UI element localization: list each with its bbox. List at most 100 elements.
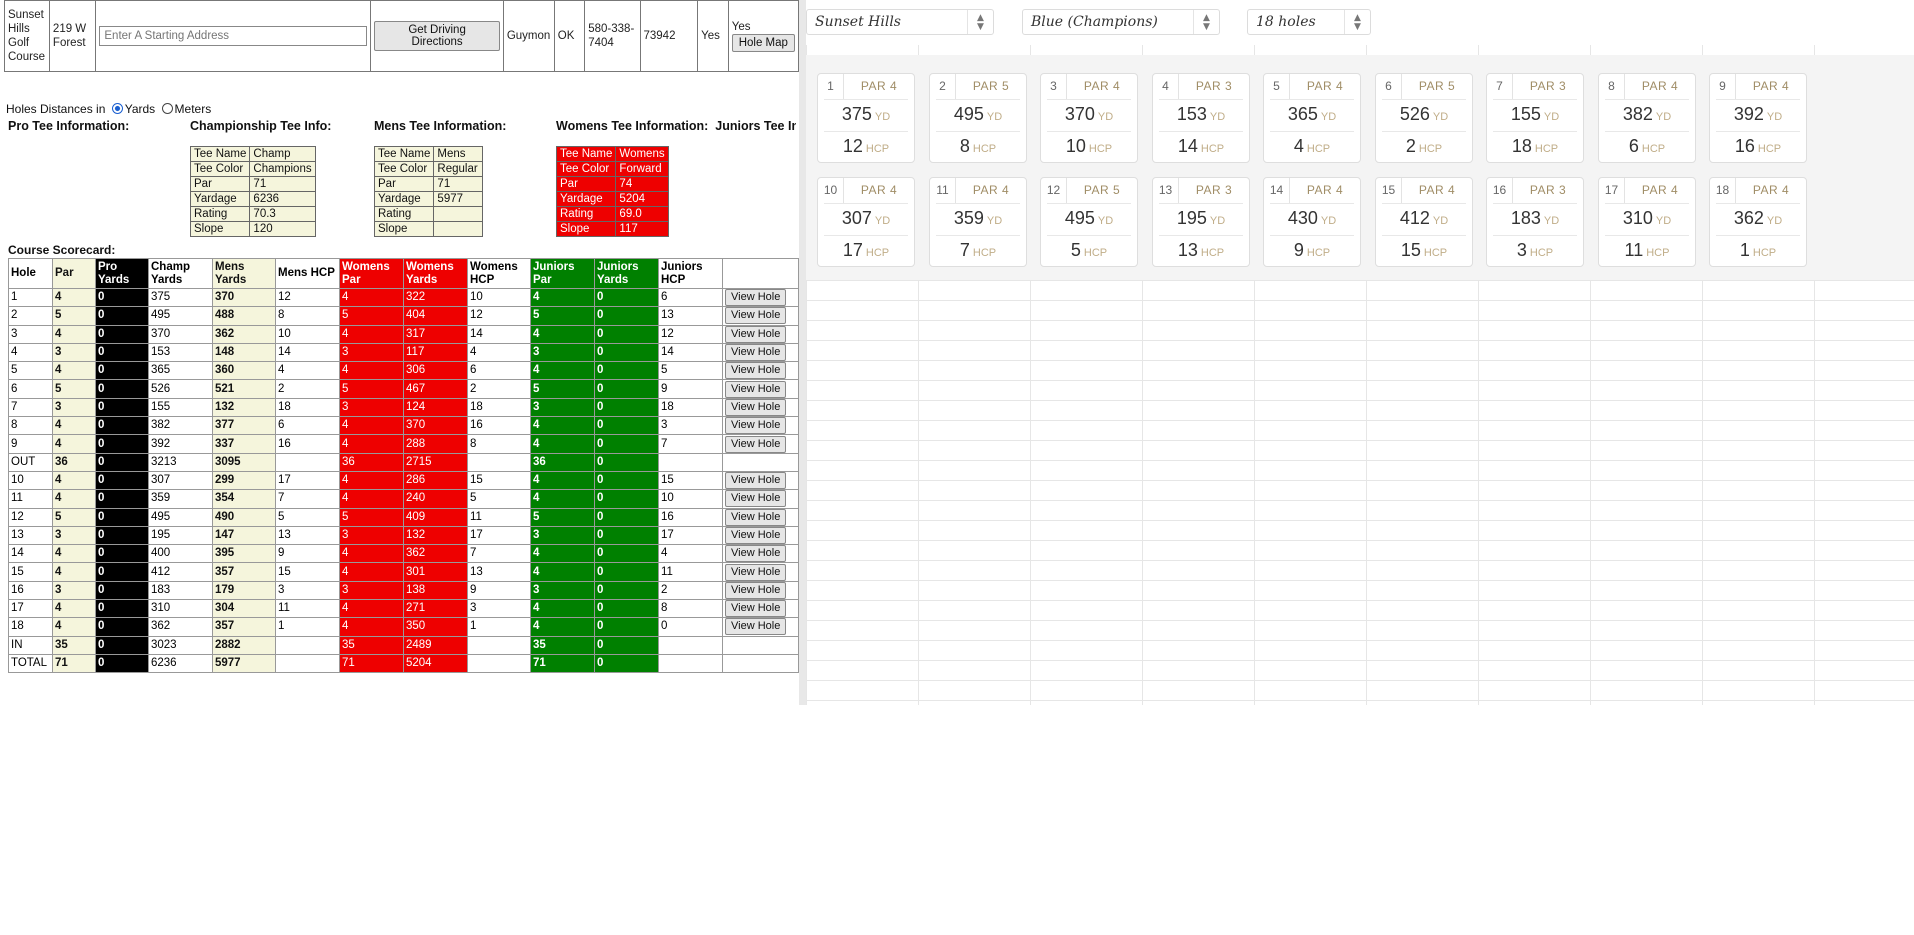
cell-mens-yards: 354 — [212, 489, 276, 509]
cell-hole: 2 — [8, 306, 53, 326]
cell-mens-hcp: 2 — [275, 379, 340, 399]
hole-card[interactable]: 1 PAR 4 375 YD 12 HCP — [817, 73, 915, 163]
par-prefix: PAR — [1083, 183, 1110, 197]
view-hole-button[interactable]: View Hole — [725, 618, 787, 636]
hole-yardage: 382 YD — [1599, 104, 1695, 125]
cell-par: 71 — [52, 653, 96, 674]
divider — [1270, 99, 1354, 100]
tee-label: Rating — [189, 206, 251, 222]
table-row: 12 5 0 495 490 5 5 409 11 5 0 16 View Hole — [8, 507, 799, 527]
yardage-unit: YD — [874, 215, 891, 227]
yardage-value: 155 — [1510, 104, 1541, 124]
hole-card[interactable]: 10 PAR 4 307 YD 17 HCP — [817, 177, 915, 267]
hole-card[interactable]: 17 PAR 4 310 YD 11 HCP — [1598, 177, 1696, 267]
cell-pro-yards: 0 — [95, 416, 149, 436]
cell-pro-yards: 0 — [95, 489, 149, 509]
cell-juniors-par: 4 — [530, 361, 595, 381]
cell-womens-par: 36 — [339, 452, 404, 472]
yardage-value: 526 — [1399, 104, 1430, 124]
table-row: 1 4 0 375 370 12 4 322 10 4 0 6 View Hole — [8, 287, 799, 308]
view-hole-button[interactable]: View Hole — [725, 344, 787, 362]
handicap-value: 7 — [959, 240, 970, 260]
hole-handicap: 2 HCP — [1376, 136, 1472, 157]
cell-hole: 11 — [8, 489, 53, 509]
divider — [1047, 203, 1131, 204]
handicap-unit: HCP — [1088, 143, 1113, 155]
tee-label: Par — [373, 176, 435, 192]
view-hole-button[interactable]: View Hole — [725, 398, 787, 416]
holes-select-value: 18 holes — [1256, 14, 1316, 30]
holes-select[interactable]: 18 holes ▲ ▼ — [1247, 9, 1371, 35]
hole-card[interactable]: 15 PAR 4 412 YD 15 HCP — [1375, 177, 1473, 267]
par-value: 5 — [1001, 79, 1010, 93]
view-hole-button[interactable]: View Hole — [725, 435, 787, 453]
view-hole-button[interactable]: View Hole — [725, 508, 787, 526]
hole-card[interactable]: 12 PAR 5 495 YD 5 HCP — [1040, 177, 1138, 267]
hole-card[interactable]: 7 PAR 3 155 YD 18 HCP — [1486, 73, 1584, 163]
cell-par: 3 — [52, 342, 96, 363]
hole-card[interactable]: 8 PAR 4 382 YD 6 HCP — [1598, 73, 1696, 163]
column-header-womens-par: Womens Par — [339, 258, 404, 289]
view-hole-button[interactable]: View Hole — [725, 325, 787, 343]
view-hole-button[interactable]: View Hole — [725, 289, 787, 307]
hole-card[interactable]: 2 PAR 5 495 YD 8 HCP — [929, 73, 1027, 163]
view-hole-button[interactable]: View Hole — [725, 527, 787, 544]
par-prefix: PAR — [1752, 79, 1779, 93]
hole-card[interactable]: 4 PAR 3 153 YD 14 HCP — [1152, 73, 1250, 163]
hole-map-button[interactable]: Hole Map — [731, 34, 795, 52]
column-header-juniors-yards: Juniors Yards — [594, 258, 659, 289]
cell-womens-par: 4 — [339, 562, 404, 582]
cell-womens-yards: 317 — [403, 324, 468, 344]
course-name: Sunset Hills Golf Course — [4, 0, 50, 72]
course-select[interactable]: Sunset Hills ▲ ▼ — [806, 9, 994, 35]
cell-womens-hcp: 12 — [467, 306, 531, 326]
column-header-juniors-hcp: Juniors HCP — [658, 258, 723, 289]
cell-womens-yards: 306 — [403, 361, 468, 381]
cell-mens-yards: 148 — [212, 342, 276, 363]
hole-number: 11 — [930, 178, 956, 203]
view-hole-button[interactable]: View Hole — [725, 307, 787, 325]
yards-radio[interactable] — [111, 103, 123, 114]
view-hole-button[interactable]: View Hole — [725, 417, 787, 435]
hole-card[interactable]: 13 PAR 3 195 YD 13 HCP — [1152, 177, 1250, 267]
hole-handicap: 3 HCP — [1487, 240, 1583, 261]
cell-hole: 9 — [8, 434, 53, 454]
start-address-input[interactable] — [99, 26, 368, 46]
hole-yardage: 362 YD — [1710, 208, 1806, 229]
hole-card[interactable]: 18 PAR 4 362 YD 1 HCP — [1709, 177, 1807, 267]
par-value: 4 — [1670, 183, 1679, 197]
meters-radio[interactable] — [161, 103, 173, 114]
hole-card[interactable]: 5 PAR 4 365 YD 4 HCP — [1263, 73, 1361, 163]
hole-card[interactable]: 3 PAR 4 370 YD 10 HCP — [1040, 73, 1138, 163]
hole-card[interactable]: 11 PAR 4 359 YD 7 HCP — [929, 177, 1027, 267]
hole-card[interactable]: 9 PAR 4 392 YD 16 HCP — [1709, 73, 1807, 163]
hole-number: 5 — [1264, 74, 1290, 99]
tee-select-value: Blue (Champions) — [1031, 14, 1158, 30]
hole-card[interactable]: 6 PAR 5 526 YD 2 HCP — [1375, 73, 1473, 163]
hole-par: PAR 5 — [1402, 74, 1472, 99]
view-hole-button[interactable]: View Hole — [725, 490, 787, 508]
cell-pro-yards: 0 — [95, 306, 149, 326]
cell-juniors-hcp: 0 — [658, 617, 723, 637]
view-hole-button[interactable]: View Hole — [725, 545, 787, 563]
cell-womens-par: 3 — [339, 525, 404, 546]
view-hole-button[interactable]: View Hole — [725, 380, 787, 398]
view-hole-button[interactable]: View Hole — [725, 472, 787, 490]
view-hole-button[interactable]: View Hole — [725, 563, 787, 581]
cell-womens-par: 4 — [339, 470, 404, 491]
yardage-unit: YD — [1432, 215, 1449, 227]
yardage-value: 375 — [841, 104, 872, 124]
divider — [1159, 131, 1243, 132]
table-row: 16 3 0 183 179 3 3 138 9 3 0 2 View Hole — [8, 580, 799, 601]
course-city: Guymon — [502, 0, 555, 72]
hole-card[interactable]: 16 PAR 3 183 YD 3 HCP — [1486, 177, 1584, 267]
view-hole-button[interactable]: View Hole — [725, 581, 787, 599]
par-value: 4 — [1335, 183, 1344, 197]
cell-juniors-hcp: 6 — [658, 287, 723, 308]
hole-card[interactable]: 14 PAR 4 430 YD 9 HCP — [1263, 177, 1361, 267]
view-hole-button[interactable]: View Hole — [725, 600, 787, 618]
get-directions-button[interactable]: Get Driving Directions — [374, 21, 500, 51]
view-hole-button[interactable]: View Hole — [725, 362, 787, 380]
tee-select[interactable]: Blue (Champions) ▲ ▼ — [1022, 9, 1220, 35]
toolbar: Sunset Hills ▲ ▼ Blue (Champions) ▲ ▼ 18 h… — [806, 0, 1914, 45]
